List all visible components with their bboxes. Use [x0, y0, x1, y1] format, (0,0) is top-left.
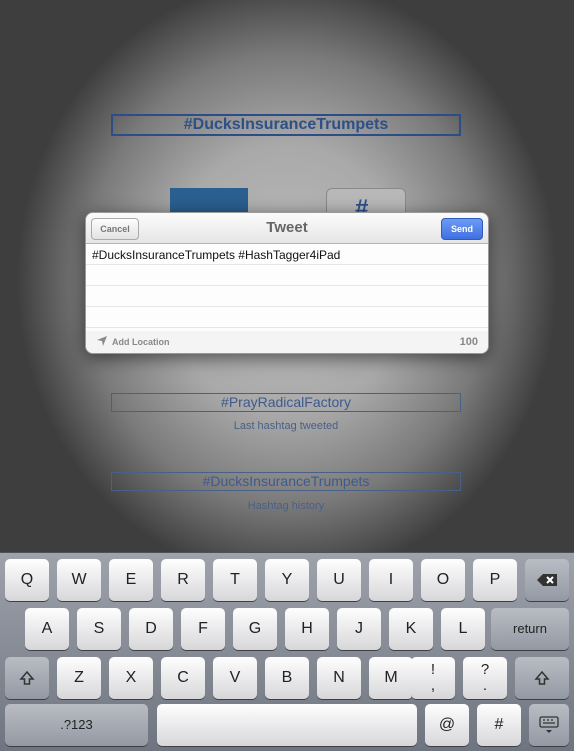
location-arrow-icon[interactable]	[96, 335, 108, 347]
current-hashtag[interactable]: #DucksInsuranceTrumpets	[111, 114, 461, 136]
tweet-sheet-title: Tweet	[266, 219, 308, 236]
key-question-period[interactable]: ? .	[463, 657, 507, 699]
key-q[interactable]: Q	[5, 559, 49, 601]
shift-key-right[interactable]	[515, 657, 569, 699]
comma-glyph: ,	[430, 677, 436, 694]
key-hash[interactable]: #	[477, 704, 521, 746]
key-k[interactable]: K	[389, 608, 433, 650]
add-location-button[interactable]: Add Location	[112, 337, 170, 347]
key-w[interactable]: W	[57, 559, 101, 601]
backspace-icon	[537, 573, 557, 586]
on-screen-keyboard: Q W E R T Y U I O P A S D F G H J K L re…	[0, 552, 574, 751]
numbers-key[interactable]: .?123	[5, 704, 148, 746]
key-d[interactable]: D	[129, 608, 173, 650]
key-p[interactable]: P	[473, 559, 517, 601]
key-r[interactable]: R	[161, 559, 205, 601]
key-y[interactable]: Y	[265, 559, 309, 601]
hashtag-tile[interactable]: #	[326, 188, 406, 221]
tweet-sheet-footer: Add Location 100	[86, 331, 488, 353]
return-key[interactable]: return	[491, 608, 569, 650]
key-l[interactable]: L	[441, 608, 485, 650]
twitter-tile[interactable]	[170, 188, 248, 214]
send-button[interactable]: Send	[441, 218, 483, 240]
key-at[interactable]: @	[425, 704, 469, 746]
tweet-sheet-header: Cancel Tweet Send	[86, 213, 488, 243]
history-label: Hashtag history	[247, 500, 325, 512]
key-t[interactable]: T	[213, 559, 257, 601]
key-x[interactable]: X	[109, 657, 153, 699]
exclaim-glyph: !	[430, 661, 436, 678]
space-bar[interactable]	[157, 704, 417, 746]
key-v[interactable]: V	[213, 657, 257, 699]
character-count: 100	[459, 336, 478, 348]
tweet-text-area[interactable]: #DucksInsuranceTrumpets #HashTagger4iPad	[86, 244, 488, 334]
question-glyph: ?	[480, 661, 490, 678]
key-e[interactable]: E	[109, 559, 153, 601]
key-o[interactable]: O	[421, 559, 465, 601]
keyboard-dismiss-icon	[539, 716, 559, 733]
history-hashtag-field[interactable]: #DucksInsuranceTrumpets	[111, 472, 461, 491]
key-c[interactable]: C	[161, 657, 205, 699]
key-j[interactable]: J	[337, 608, 381, 650]
last-hashtag-label: Last hashtag tweeted	[233, 420, 339, 432]
dismiss-keyboard-key[interactable]	[529, 704, 569, 746]
shift-key-left[interactable]	[5, 657, 49, 699]
key-exclaim-comma[interactable]: ! ,	[411, 657, 455, 699]
backspace-key[interactable]	[525, 559, 569, 601]
key-m[interactable]: M	[369, 657, 413, 699]
last-hashtag-field[interactable]: #PrayRadicalFactory	[111, 393, 461, 412]
key-b[interactable]: B	[265, 657, 309, 699]
key-s[interactable]: S	[77, 608, 121, 650]
key-n[interactable]: N	[317, 657, 361, 699]
shift-icon	[19, 670, 35, 685]
period-glyph: .	[482, 677, 488, 694]
key-z[interactable]: Z	[57, 657, 101, 699]
key-i[interactable]: I	[369, 559, 413, 601]
key-a[interactable]: A	[25, 608, 69, 650]
key-h[interactable]: H	[285, 608, 329, 650]
key-u[interactable]: U	[317, 559, 361, 601]
key-g[interactable]: G	[233, 608, 277, 650]
tweet-sheet: Cancel Tweet Send #DucksInsuranceTrumpet…	[85, 212, 489, 354]
key-f[interactable]: F	[181, 608, 225, 650]
shift-icon	[534, 670, 550, 685]
